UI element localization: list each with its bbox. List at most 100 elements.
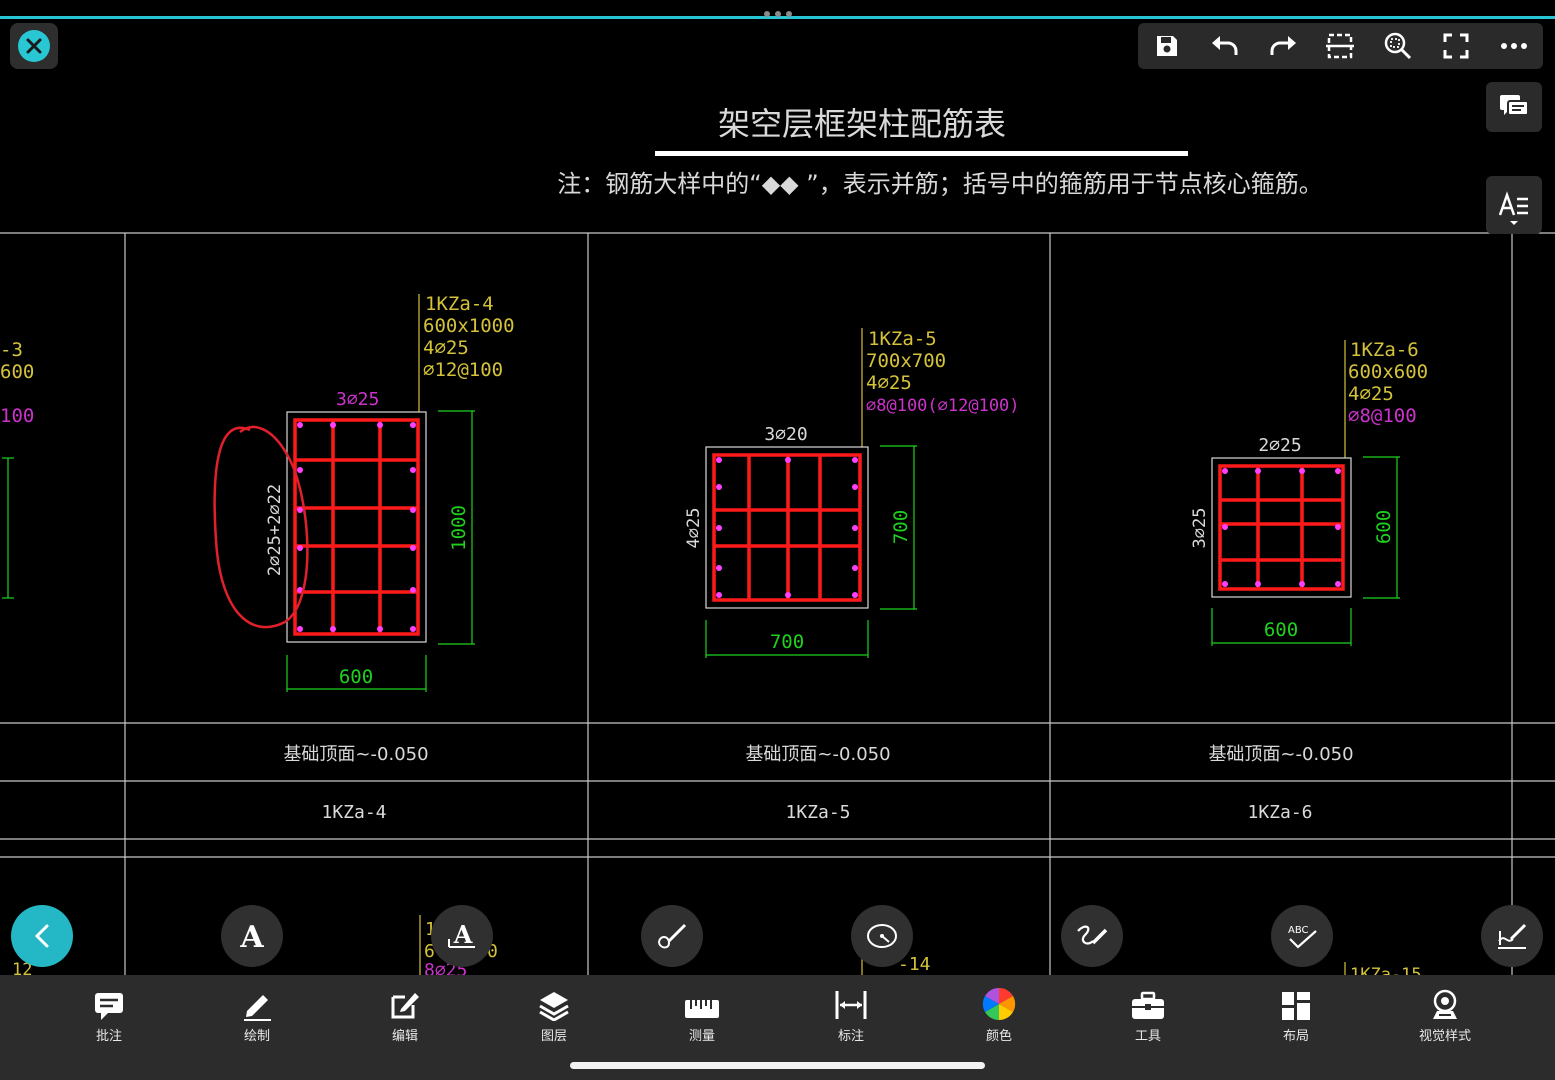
bottom-tab-label: 绘制 bbox=[243, 1029, 270, 1044]
elevation-cell: 基础顶面~-0.050 bbox=[283, 744, 428, 765]
bottom-tab-layers[interactable]: 图层 bbox=[499, 985, 609, 1044]
bottom-tab-annotate[interactable]: 批注 bbox=[54, 985, 164, 1044]
height-dimension: 600 bbox=[1373, 510, 1395, 544]
layers-icon bbox=[539, 992, 569, 1021]
text-format-button[interactable] bbox=[1486, 176, 1542, 234]
layout-icon bbox=[1282, 992, 1310, 1020]
bottom-tab-label: 工具 bbox=[1134, 1029, 1161, 1044]
text-icon: A bbox=[239, 921, 264, 951]
column-name-cell: 1KZa-5 bbox=[785, 802, 850, 823]
top-bars: 2⌀25 bbox=[1258, 435, 1301, 456]
width-dimension: 600 bbox=[339, 666, 373, 688]
comment-list-button[interactable] bbox=[1486, 82, 1542, 132]
table-grid bbox=[0, 232, 1555, 975]
ruler-icon bbox=[685, 1000, 719, 1018]
toolbox-icon bbox=[1132, 991, 1164, 1019]
fullscreen-icon[interactable] bbox=[1436, 26, 1476, 66]
side-bars: 4⌀25 bbox=[684, 508, 704, 549]
corner-bars: 4⌀25 bbox=[1348, 383, 1394, 405]
side-bars: 2⌀25+2⌀22 bbox=[265, 484, 285, 576]
sign-icon bbox=[1498, 923, 1527, 949]
window-grip-handle[interactable] bbox=[763, 11, 793, 17]
bottom-tab-layout[interactable]: 布局 bbox=[1241, 985, 1351, 1044]
column-size: 600x600 bbox=[1348, 361, 1428, 383]
stirrup-spec: ⌀12@100 bbox=[423, 359, 503, 381]
drawing-note: 注：钢筋大样中的“◆◆ ”，表示并筋；括号中的箍筋用于节点核心箍筋。 bbox=[557, 170, 1322, 198]
bottom-tab-label: 批注 bbox=[95, 1029, 122, 1044]
bottom-tab-measure[interactable]: 测量 bbox=[647, 985, 757, 1044]
bottom-tab-label: 布局 bbox=[1282, 1029, 1309, 1044]
column-name-cell: 1KZa-6 bbox=[1247, 802, 1312, 823]
corner-bars: 4⌀25 bbox=[866, 372, 912, 394]
bottom-tab-edit[interactable]: 编辑 bbox=[350, 985, 460, 1044]
freehand-icon bbox=[1077, 925, 1108, 945]
column-size: 600x1000 bbox=[423, 315, 515, 337]
more-icon[interactable] bbox=[1494, 26, 1534, 66]
brush-icon bbox=[658, 923, 687, 949]
pencil-icon bbox=[244, 995, 271, 1021]
stirrup-spec: ⌀8@100(⌀12@100) bbox=[866, 396, 1020, 416]
top-toolbar bbox=[1138, 23, 1543, 69]
home-indicator[interactable] bbox=[570, 1062, 985, 1069]
svg-text:A: A bbox=[239, 921, 264, 951]
close-button[interactable] bbox=[10, 23, 58, 69]
bottom-tab-visual-style[interactable]: 视觉样式 bbox=[1390, 985, 1500, 1044]
text-annotation-icon: A bbox=[448, 920, 475, 949]
column-label: 1KZa-4 bbox=[425, 293, 494, 315]
bottom-tab-draw[interactable]: 绘制 bbox=[202, 985, 312, 1044]
top-bars: 3⌀20 bbox=[764, 424, 807, 445]
save-icon[interactable] bbox=[1147, 26, 1187, 66]
elevation-cell: 基础顶面~-0.050 bbox=[1208, 744, 1353, 765]
column-detail-1KZa-4: 1KZa-4 600x1000 4⌀25 ⌀12@100 3⌀25 2⌀25+2… bbox=[265, 293, 515, 692]
stirrup-spec: ⌀8@100 bbox=[1348, 405, 1417, 427]
text-format-icon bbox=[1498, 191, 1528, 225]
comment-list-icon bbox=[1500, 95, 1529, 116]
height-dimension: 1000 bbox=[448, 505, 470, 551]
zoom-icon[interactable] bbox=[1378, 26, 1418, 66]
visual-style-icon bbox=[1433, 989, 1457, 1019]
text-tool-button[interactable]: A bbox=[221, 905, 283, 967]
bottom-tab-label: 标注 bbox=[837, 1029, 864, 1044]
back-button[interactable] bbox=[11, 905, 73, 967]
side-bars: 3⌀25 bbox=[1190, 508, 1210, 549]
back-icon bbox=[34, 924, 49, 948]
bottom-tab-label: 测量 bbox=[688, 1029, 715, 1044]
undo-icon[interactable] bbox=[1205, 26, 1245, 66]
bottom-tab-tools[interactable]: 工具 bbox=[1093, 985, 1203, 1044]
crop-icon[interactable] bbox=[1320, 26, 1360, 66]
spell-check-icon: ABC bbox=[1288, 925, 1317, 949]
bottom-tab-label: 图层 bbox=[540, 1029, 567, 1044]
bottom-tab-label: 编辑 bbox=[391, 1029, 418, 1044]
svg-text:A: A bbox=[453, 920, 473, 949]
elevation-cell: 基础顶面~-0.050 bbox=[745, 744, 890, 765]
edit-icon bbox=[391, 993, 419, 1019]
spell-check-button[interactable]: ABC bbox=[1271, 905, 1333, 967]
width-dimension: 600 bbox=[1264, 619, 1298, 641]
column-label: 1KZa-5 bbox=[868, 328, 937, 350]
brush-tool-button[interactable] bbox=[641, 905, 703, 967]
svg-text:ABC: ABC bbox=[1288, 925, 1309, 936]
bottom-tab-label: 颜色 bbox=[985, 1029, 1012, 1044]
column-label: 1KZa-6 bbox=[1350, 339, 1419, 361]
close-icon bbox=[18, 30, 50, 62]
title-underline bbox=[655, 151, 1188, 156]
width-dimension: 700 bbox=[770, 631, 804, 653]
measure-circle-button[interactable] bbox=[851, 905, 913, 967]
bottom-tab-dimension[interactable]: 标注 bbox=[796, 985, 906, 1044]
redo-icon[interactable] bbox=[1263, 26, 1303, 66]
dimension-icon bbox=[835, 991, 867, 1019]
bottom-tab-color[interactable]: 颜色 bbox=[944, 985, 1054, 1044]
text-annotation-button[interactable]: A bbox=[431, 905, 493, 967]
bottom-tab-label: 视觉样式 bbox=[1418, 1029, 1471, 1044]
drawing-title: 架空层框架柱配筋表 bbox=[718, 105, 1006, 143]
color-wheel-icon bbox=[982, 987, 1016, 1021]
column-size: 700x700 bbox=[866, 350, 946, 372]
partial-size: 600 bbox=[0, 361, 34, 383]
column-name-cell: 1KZa-4 bbox=[321, 802, 386, 823]
partial-name: -3 bbox=[0, 339, 23, 361]
top-bars: 3⌀25 bbox=[336, 389, 379, 410]
sign-button[interactable] bbox=[1481, 905, 1543, 967]
column-detail-1KZa-5: 1KZa-5 700x700 4⌀25 ⌀8@100(⌀12@100) 3⌀20… bbox=[684, 328, 1020, 658]
corner-bars: 4⌀25 bbox=[423, 337, 469, 359]
freehand-button[interactable] bbox=[1061, 905, 1123, 967]
